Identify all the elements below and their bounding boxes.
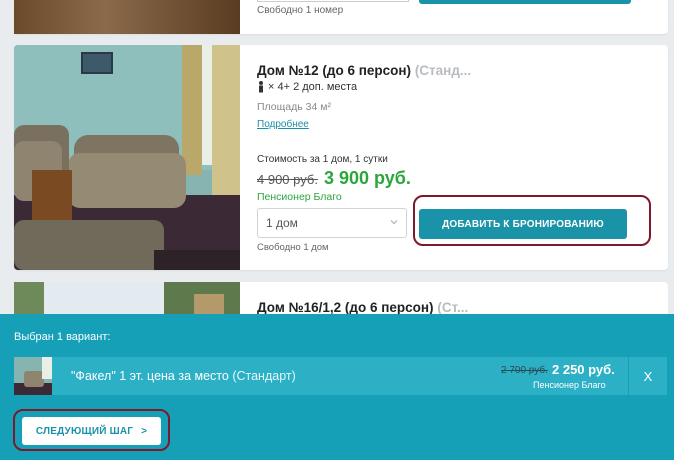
old-price: 4 900 руб. (257, 172, 318, 187)
selection-panel: Выбран 1 вариант: "Факел" 1 эт. цена за … (0, 314, 674, 460)
room-card: Дом №12 (до 6 персон) (Станд... × 4+ 2 д… (14, 45, 668, 270)
selected-item-name: "Факел" 1 эт. цена за место (Стандарт) (71, 369, 296, 383)
selected-item-category: (Стандарт) (232, 369, 296, 383)
new-price: 3 900 руб. (323, 168, 411, 188)
selected-item-new-price: 2 250 руб. (552, 362, 615, 377)
room-category: (Ст... (437, 300, 469, 315)
chevron-down-icon (390, 220, 398, 225)
tariff-name: Пенсионер Благо (257, 191, 342, 203)
room-photo[interactable] (14, 45, 240, 270)
availability-text: Свободно 1 номер (257, 5, 344, 16)
selected-item-title: "Факел" 1 эт. цена за место (71, 369, 229, 383)
quantity-select[interactable]: 1 дом (257, 208, 407, 238)
selection-header: Выбран 1 вариант: (14, 331, 111, 343)
remove-selection-button[interactable]: X (629, 357, 667, 395)
selected-item-thumbnail (14, 357, 52, 395)
highlight-ring (13, 409, 170, 451)
room-title-text: Дом №16/1,2 (до 6 персон) (257, 300, 434, 315)
selected-item-tariff: Пенсионер Благо (533, 380, 606, 390)
highlight-ring (413, 195, 651, 246)
cost-label: Стоимость за 1 дом, 1 сутки (257, 154, 388, 165)
places-text: × 4+ 2 доп. места (268, 81, 358, 93)
selected-item: "Факел" 1 эт. цена за место (Стандарт) 2… (14, 357, 628, 395)
person-icon (259, 81, 263, 93)
room-title[interactable]: Дом №12 (до 6 персон) (Станд... (257, 63, 471, 78)
more-link[interactable]: Подробнее (257, 119, 309, 130)
room-photo (14, 0, 240, 34)
room-title[interactable]: Дом №16/1,2 (до 6 персон) (Ст... (257, 300, 468, 315)
room-places: × 4+ 2 доп. места (257, 81, 357, 93)
availability-text: Свободно 1 дом (257, 242, 329, 253)
room-title-text: Дом №12 (до 6 персон) (257, 63, 412, 78)
quantity-select[interactable] (257, 0, 409, 2)
price-row: 4 900 руб. 3 900 руб. (257, 168, 411, 189)
room-area: Площадь 34 м² (257, 101, 331, 113)
room-photo-image (14, 45, 240, 270)
add-to-booking-button[interactable] (419, 0, 631, 4)
room-category: (Станд... (414, 63, 472, 78)
selected-item-old-price: 2 700 руб. (501, 365, 548, 376)
room-card-previous: Свободно 1 номер (14, 0, 668, 34)
quantity-select-value: 1 дом (266, 216, 298, 230)
selected-item-image (14, 357, 52, 395)
